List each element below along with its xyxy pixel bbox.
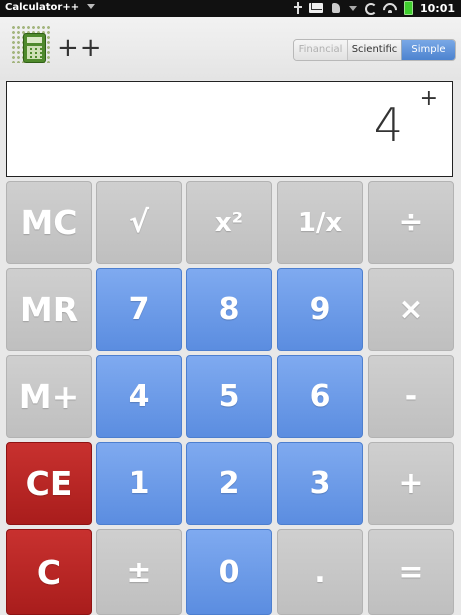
calculator-display: 4 + xyxy=(6,81,453,177)
square-root-button[interactable]: √ xyxy=(96,181,182,264)
memory-recall-button[interactable]: MR xyxy=(6,268,92,351)
memory-add-button[interactable]: M+ xyxy=(6,355,92,438)
square-button[interactable]: x² xyxy=(186,181,272,264)
usb-icon xyxy=(293,2,302,14)
app-menu-label: Calculator++ xyxy=(5,2,80,13)
sync-icon xyxy=(364,2,377,15)
keypad: MC √ x² 1/x ÷ MR 7 8 9 × M+ 4 5 6 - CE 1… xyxy=(6,181,456,615)
display-value: 4 xyxy=(373,98,403,152)
digit-7-button[interactable]: 7 xyxy=(96,268,182,351)
status-icons: 10:01 xyxy=(293,1,455,15)
mode-selector: Financial Scientific Simple xyxy=(293,39,456,61)
digit-5-button[interactable]: 5 xyxy=(186,355,272,438)
app-header: ++ Financial Scientific Simple xyxy=(0,17,461,80)
equals-button[interactable]: = xyxy=(368,529,454,615)
clock: 10:01 xyxy=(419,1,455,15)
app-title: ++ xyxy=(57,33,103,63)
digit-3-button[interactable]: 3 xyxy=(277,442,363,525)
mode-financial-button[interactable]: Financial xyxy=(294,40,348,60)
calculator-icon xyxy=(11,25,55,65)
digit-0-button[interactable]: 0 xyxy=(186,529,272,615)
digit-1-button[interactable]: 1 xyxy=(96,442,182,525)
clear-entry-button[interactable]: CE xyxy=(6,442,92,525)
clear-button[interactable]: C xyxy=(6,529,92,615)
display-operator: + xyxy=(419,86,438,111)
digit-2-button[interactable]: 2 xyxy=(186,442,272,525)
digit-9-button[interactable]: 9 xyxy=(277,268,363,351)
wifi-icon xyxy=(383,3,397,13)
subtract-button[interactable]: - xyxy=(368,355,454,438)
status-bar: Calculator++ 10:01 xyxy=(0,0,461,17)
chevron-down-icon xyxy=(87,4,96,9)
mode-scientific-button[interactable]: Scientific xyxy=(348,40,402,60)
digit-4-button[interactable]: 4 xyxy=(96,355,182,438)
plus-minus-button[interactable]: ± xyxy=(96,529,182,615)
add-button[interactable]: + xyxy=(368,442,454,525)
decimal-point-button[interactable]: . xyxy=(277,529,363,615)
notification-icon[interactable] xyxy=(330,2,342,14)
memory-clear-button[interactable]: MC xyxy=(6,181,92,264)
app-menu[interactable]: Calculator++ xyxy=(5,2,96,13)
chevron-down-icon[interactable] xyxy=(348,5,357,11)
digit-6-button[interactable]: 6 xyxy=(277,355,363,438)
mail-icon[interactable] xyxy=(308,3,323,13)
multiply-button[interactable]: × xyxy=(368,268,454,351)
reciprocal-button[interactable]: 1/x xyxy=(277,181,363,264)
divide-button[interactable]: ÷ xyxy=(368,181,454,264)
digit-8-button[interactable]: 8 xyxy=(186,268,272,351)
battery-icon xyxy=(403,1,413,15)
mode-simple-button[interactable]: Simple xyxy=(402,40,455,60)
